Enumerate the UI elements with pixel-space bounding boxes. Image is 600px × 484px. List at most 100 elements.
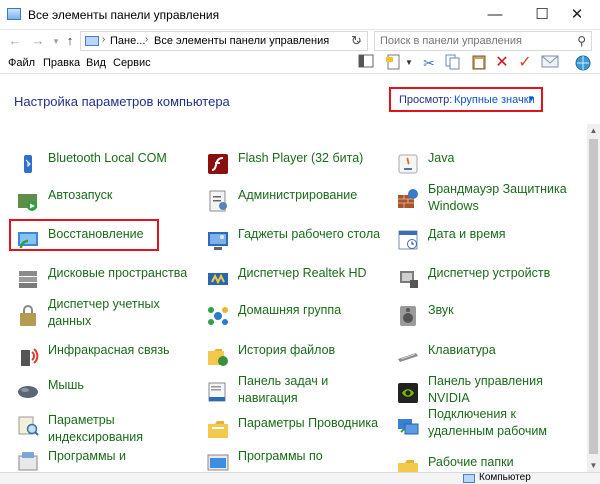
desktop-gadgets-icon: [208, 232, 228, 250]
arrow-up-icon: ↑: [66, 33, 74, 48]
menu-edit[interactable]: Правка: [43, 57, 80, 69]
scroll-thumb[interactable]: [589, 139, 598, 454]
up-button[interactable]: ↑: [62, 33, 78, 49]
autoplay-icon: [18, 194, 37, 211]
menu-tools[interactable]: Сервис: [113, 57, 151, 69]
cp-item-label: Панель управления NVIDIA: [428, 374, 543, 405]
status-bar: Компьютер: [0, 472, 600, 484]
cp-item-label: Гаджеты рабочего стола: [238, 227, 381, 241]
breadcrumb-control-panel[interactable]: Пане...: [110, 35, 145, 47]
credential-manager-icon: [20, 305, 36, 326]
chevron-down-icon[interactable]: ▼: [400, 54, 418, 72]
cp-item-label: Брандмауэр Защитника Windows: [428, 182, 567, 213]
mouse-icon: [18, 386, 38, 398]
scroll-up-icon[interactable]: ▲: [587, 124, 600, 137]
explorer-options-icon: [208, 421, 228, 438]
title-bar: Все элементы панели управления — ☐ ✕: [0, 0, 600, 30]
sound-icon: [400, 306, 416, 326]
refresh-icon[interactable]: ↻: [351, 33, 362, 49]
preview-pane-icon[interactable]: [357, 54, 375, 72]
cp-item-label: Клавиатура: [428, 343, 496, 357]
device-manager-icon: [400, 271, 418, 288]
keyboard-icon: [398, 353, 418, 362]
control-panel-icon: [7, 8, 21, 20]
indexing-options-icon: [18, 416, 39, 436]
cp-item-label: Java: [428, 151, 455, 165]
cp-item-label: Подключения к удаленным рабочим: [428, 407, 548, 438]
menu-file[interactable]: Файл: [8, 57, 35, 69]
chevron-down-icon[interactable]: ▼: [527, 94, 535, 103]
flash-player-icon: [208, 154, 228, 174]
copy-icon[interactable]: [444, 54, 462, 72]
breadcrumb-separator: ›: [145, 34, 149, 45]
cp-item-label: Параметры Проводника: [238, 416, 379, 430]
default-programs-icon: [207, 454, 229, 471]
realtek-audio-icon: [208, 273, 228, 285]
globe-icon[interactable]: [574, 54, 592, 72]
address-bar-row: ← → ▾ ↑ › Пане... › Все элементы панели …: [0, 30, 600, 52]
work-folders-icon: [398, 460, 418, 472]
breadcrumb-separator: ›: [102, 34, 106, 45]
close-button[interactable]: ✕: [556, 0, 598, 30]
view-label: Просмотр:: [399, 94, 453, 106]
page-title: Настройка параметров компьютера: [14, 94, 230, 109]
search-icon[interactable]: ⚲: [577, 34, 586, 48]
cp-item-label: Звук: [428, 303, 454, 317]
highlight-box: [9, 219, 159, 251]
storage-spaces-icon: [19, 271, 37, 288]
forward-button[interactable]: →: [30, 33, 46, 49]
arrow-left-icon: ←: [8, 33, 22, 48]
menu-view[interactable]: Вид: [86, 57, 106, 69]
view-dropdown[interactable]: Крупные значки: [454, 94, 535, 106]
address-field[interactable]: › Пане... › Все элементы панели управлен…: [80, 31, 368, 51]
cp-item-label: Диспетчер учетных данных: [48, 297, 160, 328]
paste-icon[interactable]: [470, 54, 488, 72]
cp-item-label: Автозапуск: [48, 188, 113, 202]
remote-desktop-icon: [398, 419, 419, 435]
cp-item-label: Домашняя группа: [238, 303, 342, 317]
arrow-right-icon: →: [31, 33, 45, 48]
bluetooth-device-icon: [24, 155, 32, 173]
taskbar-icon: [208, 382, 226, 402]
cp-item-label: История файлов: [238, 343, 336, 357]
scroll-down-icon[interactable]: ▼: [587, 459, 600, 472]
cut-icon[interactable]: ✂: [420, 54, 438, 72]
programs-features-icon: [18, 452, 38, 471]
back-button[interactable]: ←: [7, 33, 23, 49]
cp-item-label: Диспетчер Realtek HD: [238, 266, 367, 280]
cp-item-label: Программы по: [238, 449, 323, 463]
cp-item-label: Параметры индексирования: [48, 413, 143, 444]
window-title: Все элементы панели управления: [28, 8, 220, 22]
status-text: Компьютер: [479, 472, 531, 483]
view-selector[interactable]: Просмотр: Крупные значки ▼: [389, 87, 543, 112]
computer-icon: [463, 474, 475, 483]
delete-icon[interactable]: ✕: [493, 54, 511, 72]
email-icon[interactable]: [541, 54, 559, 72]
homegroup-icon: [208, 307, 228, 325]
cp-item-label: Панель задач и навигация: [238, 374, 329, 405]
infrared-icon: [21, 348, 39, 366]
chevron-down-icon: ▾: [53, 36, 59, 46]
cp-item-label: Рабочие папки: [428, 455, 514, 469]
checkmark-icon[interactable]: ✓: [516, 54, 534, 72]
cp-item-label: Дата и время: [428, 227, 506, 241]
cp-item-label: Flash Player (32 бита): [238, 151, 364, 165]
page-header: Настройка параметров компьютера Просмотр…: [0, 74, 600, 124]
items-grid: Bluetooth Local COM Автозапуск Восстанов…: [0, 124, 587, 472]
menu-bar: Файл Правка Вид Сервис ▼ ✂ ✕ ✓: [0, 52, 600, 74]
cp-item-label: Мышь: [48, 378, 84, 392]
vertical-scrollbar[interactable]: ▲ ▼: [587, 124, 600, 472]
java-icon: [398, 154, 418, 174]
file-history-icon: [208, 349, 228, 366]
date-time-icon: [398, 230, 418, 250]
cp-item-label: Дисковые пространства: [48, 266, 188, 280]
search-input[interactable]: [380, 32, 570, 50]
computer-icon: [85, 36, 99, 46]
cp-item-label: Инфракрасная связь: [48, 343, 170, 357]
minimize-button[interactable]: —: [474, 0, 516, 30]
cp-item-label: Программы и: [48, 449, 126, 463]
search-box[interactable]: ⚲: [374, 31, 592, 51]
firewall-icon: [398, 189, 418, 208]
breadcrumb-all-items[interactable]: Все элементы панели управления: [154, 35, 329, 47]
cp-item-label: Диспетчер устройств: [428, 266, 551, 280]
